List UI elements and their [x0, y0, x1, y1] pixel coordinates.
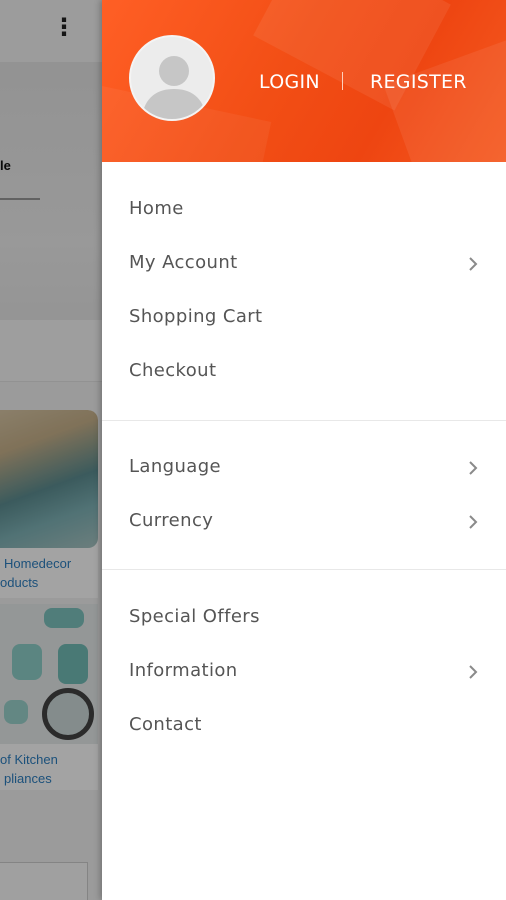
drawer-header: LOGIN REGISTER	[102, 0, 506, 162]
menu-item-language[interactable]: Language	[102, 446, 506, 490]
menu-item-label: Contact	[129, 714, 202, 735]
menu-item-contact[interactable]: Contact	[102, 704, 506, 748]
chevron-right-icon	[469, 665, 478, 679]
menu-item-shopping-cart[interactable]: Shopping Cart	[102, 296, 506, 340]
menu-item-my-account[interactable]: My Account	[102, 242, 506, 286]
section-divider	[102, 420, 506, 421]
auth-separator	[342, 72, 343, 90]
menu-item-label: Information	[129, 660, 238, 681]
chevron-right-icon	[469, 257, 478, 271]
menu-item-label: Language	[129, 456, 222, 477]
avatar-silhouette	[141, 56, 207, 119]
menu-item-home[interactable]: Home	[102, 188, 506, 232]
chevron-right-icon	[469, 515, 478, 529]
menu-item-label: Shopping Cart	[129, 306, 263, 327]
menu-item-label: Special Offers	[129, 606, 260, 627]
menu-item-special-offers[interactable]: Special Offers	[102, 596, 506, 640]
menu-item-label: My Account	[129, 252, 238, 273]
login-link[interactable]: LOGIN	[259, 71, 320, 93]
menu-item-label: Home	[129, 198, 184, 219]
chevron-right-icon	[469, 461, 478, 475]
menu-item-information[interactable]: Information	[102, 650, 506, 694]
section-divider	[102, 569, 506, 570]
menu-item-label: Checkout	[129, 360, 217, 381]
user-avatar-icon[interactable]	[129, 35, 215, 121]
menu-item-checkout[interactable]: Checkout	[102, 350, 506, 394]
navigation-drawer: LOGIN REGISTER Home My Account Shopping …	[102, 0, 506, 900]
menu-item-currency[interactable]: Currency	[102, 500, 506, 544]
register-link[interactable]: REGISTER	[370, 71, 467, 93]
menu-item-label: Currency	[129, 510, 214, 531]
